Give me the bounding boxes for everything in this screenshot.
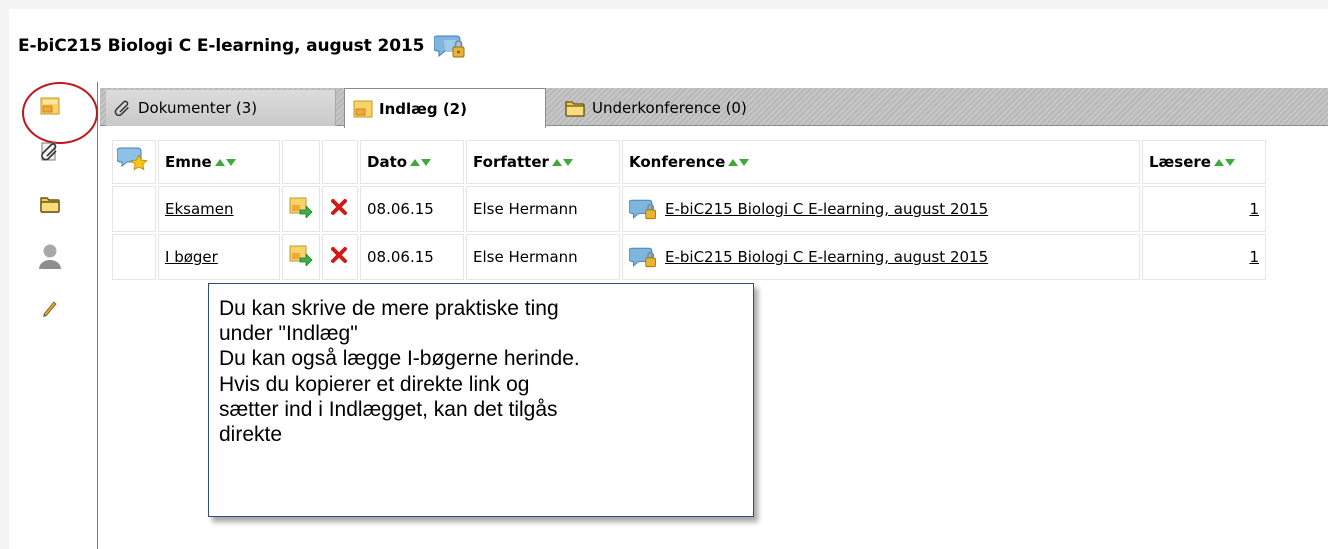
subject-column-header[interactable]: Emne [158,140,280,184]
tab-subconferences[interactable]: Underkonference (0) [556,90,816,126]
date-column-header[interactable]: Dato [360,140,464,184]
sidebar-item-people[interactable] [36,242,64,270]
tab-documents[interactable]: Dokumenter (3) [106,90,336,126]
conference-link[interactable]: E-biC215 Biologi C E-learning, august 20… [665,200,988,218]
open-post-icon[interactable] [289,244,313,267]
conference-cell: E-biC215 Biologi C E-learning, august 20… [622,186,1140,232]
table-row: Eksamen 08.06.15 Else Hermann E-biC215 B… [112,186,1266,232]
callout-line: Du kan også lægge I-bøgerne herinde. [219,347,580,371]
subject-cell: Eksamen [158,186,280,232]
sidebar-item-posts[interactable] [36,92,64,120]
sidebar-item-edit[interactable] [36,294,64,322]
callout-line: Du kan skrive de mere praktiske ting [219,297,559,320]
pencil-icon [43,301,57,317]
readers-cell: 1 [1142,234,1266,280]
readers-link[interactable]: 1 [1249,248,1259,266]
delete-icon[interactable] [329,245,349,265]
readers-link[interactable]: 1 [1249,200,1259,218]
sort-arrows-icon[interactable] [1213,159,1235,166]
subject-link[interactable]: I bøger [165,248,218,266]
date-cell: 08.06.15 [360,234,464,280]
conference-cell: E-biC215 Biologi C E-learning, august 20… [622,234,1140,280]
author-header-label: Forfatter [473,153,549,171]
conference-header-label: Konference [629,153,726,171]
favorite-star-icon [116,147,148,171]
tab-documents-label: Dokumenter (3) [138,99,258,117]
delete-column-header [322,140,358,184]
table-header-row: Emne Dato Forfatter Konference Læsere [112,140,1266,184]
annotation-callout: Du kan skrive de mere praktiske ting und… [208,283,754,517]
subject-header-label: Emne [165,153,212,171]
callout-line: sætter ind i Indlægget, kan det tilgås [219,397,558,421]
callout-line: under "Indlæg" [219,322,358,346]
paperclip-icon [41,142,57,161]
delete-cell [322,234,358,280]
author-cell: Else Hermann [466,186,620,232]
subject-link[interactable]: Eksamen [165,200,234,218]
subject-cell: I bøger [158,234,280,280]
conference-column-header[interactable]: Konference [622,140,1140,184]
sidebar-item-documents[interactable] [36,138,64,166]
sidebar-item-subconferences[interactable] [36,190,64,218]
tab-posts[interactable]: Indlæg (2) [344,88,546,128]
conference-lock-icon [433,32,468,60]
sort-arrows-icon[interactable] [728,159,750,166]
delete-icon[interactable] [329,197,349,217]
posts-table: Emne Dato Forfatter Konference Læsere Ek… [110,138,1268,282]
open-cell [282,234,320,280]
tab-bar: Dokumenter (3) Indlæg (2) Underkonferenc… [100,88,1328,128]
folder-icon [565,101,585,117]
callout-line: direkte [219,422,283,446]
readers-column-header[interactable]: Læsere [1142,140,1266,184]
tab-subconferences-label: Underkonference (0) [592,99,747,117]
person-icon [39,244,61,269]
conference-lock-icon [629,199,656,220]
folder-icon [40,197,60,213]
favorite-cell [112,186,156,232]
date-header-label: Dato [367,153,408,171]
conference-header: E-biC215 Biologi C E-learning, august 20… [18,28,468,64]
sort-arrows-icon[interactable] [214,159,236,166]
tab-posts-label: Indlæg (2) [379,99,467,118]
sort-arrows-icon[interactable] [410,159,432,166]
favorite-column-header[interactable] [112,140,156,184]
conference-lock-icon [629,247,656,268]
open-column-header [282,140,320,184]
table-row: I bøger 08.06.15 Else Hermann E-biC215 B… [112,234,1266,280]
open-post-icon[interactable] [289,196,313,219]
open-cell [282,186,320,232]
favorite-cell [112,234,156,280]
readers-header-label: Læsere [1149,153,1211,171]
conference-link[interactable]: E-biC215 Biologi C E-learning, august 20… [665,248,988,266]
post-icon [40,97,60,115]
date-cell: 08.06.15 [360,186,464,232]
conference-sidebar [18,82,98,549]
paperclip-icon [114,100,129,116]
sort-arrows-icon[interactable] [551,159,573,166]
callout-line: Hvis du kopierer et direkte link og [219,372,530,396]
readers-cell: 1 [1142,186,1266,232]
post-icon [353,100,373,117]
page-title: E-biC215 Biologi C E-learning, august 20… [18,36,425,56]
author-column-header[interactable]: Forfatter [466,140,620,184]
author-cell: Else Hermann [466,234,620,280]
delete-cell [322,186,358,232]
